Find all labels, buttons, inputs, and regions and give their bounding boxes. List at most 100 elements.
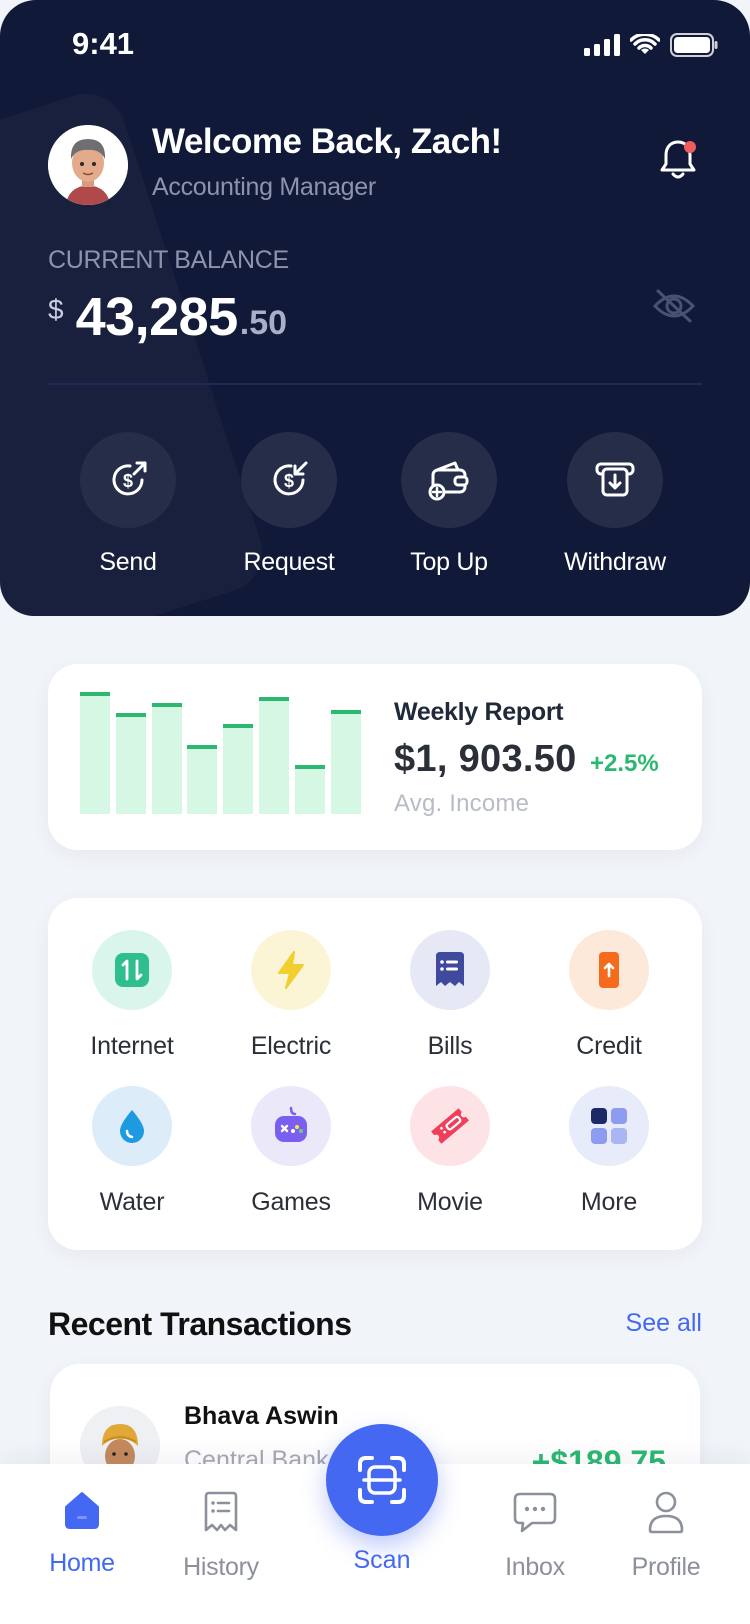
nav-inbox-label: Inbox bbox=[505, 1553, 565, 1581]
weekly-bar bbox=[294, 765, 325, 814]
header-panel: 9:41 Welcome Back, Zach! Accounting Mana… bbox=[0, 0, 750, 616]
weekly-bar-chart bbox=[80, 692, 365, 814]
nav-home-label: Home bbox=[49, 1549, 115, 1577]
ticket-icon bbox=[431, 1108, 469, 1144]
status-time: 9:41 bbox=[72, 26, 135, 61]
bills-icon-bg bbox=[410, 930, 490, 1010]
game-controller-icon bbox=[275, 1106, 307, 1142]
welcome-title: Welcome Back, Zach! bbox=[152, 122, 502, 161]
internet-label: Internet bbox=[90, 1032, 174, 1060]
withdraw-button[interactable]: Withdraw bbox=[540, 432, 690, 577]
weekly-bar bbox=[115, 713, 146, 814]
status-icons bbox=[584, 33, 718, 57]
receipt-icon bbox=[436, 952, 464, 986]
electric-label: Electric bbox=[250, 1032, 332, 1060]
request-icon-circle: $ bbox=[241, 432, 337, 528]
toggle-balance-visibility[interactable] bbox=[652, 288, 696, 329]
more-icon-bg bbox=[569, 1086, 649, 1166]
notification-button[interactable] bbox=[658, 138, 698, 187]
service-games[interactable]: Games bbox=[207, 1086, 375, 1217]
bills-label: Bills bbox=[427, 1032, 473, 1060]
weekly-bar bbox=[330, 710, 361, 814]
games-icon-bg bbox=[251, 1086, 331, 1166]
avatar-illustration bbox=[48, 125, 128, 205]
scan-button[interactable] bbox=[326, 1424, 438, 1536]
weekly-bar bbox=[223, 724, 254, 814]
request-label: Request bbox=[243, 548, 335, 576]
request-money-icon: $ bbox=[273, 461, 308, 496]
internet-icon-bg bbox=[92, 930, 172, 1010]
weekly-report-change: +2.5% bbox=[590, 750, 659, 777]
header-divider bbox=[48, 383, 702, 385]
history-receipt-icon bbox=[204, 1491, 238, 1532]
currency-symbol: $ bbox=[48, 294, 64, 325]
services-grid: Internet Electric Bills Credit Water Gam… bbox=[48, 898, 702, 1250]
nav-scan-label: Scan bbox=[353, 1546, 411, 1574]
recent-transactions-title: Recent Transactions bbox=[48, 1306, 352, 1342]
send-button[interactable]: $ Send bbox=[53, 432, 203, 577]
bell-icon bbox=[660, 140, 696, 179]
weekly-bar bbox=[151, 703, 182, 814]
send-label: Send bbox=[99, 548, 157, 576]
see-all-link[interactable]: See all bbox=[626, 1309, 702, 1338]
water-icon-bg bbox=[92, 1086, 172, 1166]
service-movie[interactable]: Movie bbox=[366, 1086, 534, 1217]
send-icon-circle: $ bbox=[80, 432, 176, 528]
service-bills[interactable]: Bills bbox=[366, 930, 534, 1061]
grid-more-icon bbox=[591, 1108, 627, 1144]
internet-icon bbox=[115, 953, 149, 987]
credit-label: Credit bbox=[576, 1032, 642, 1060]
top-up-button[interactable]: Top Up bbox=[374, 432, 524, 577]
chat-bubble-icon bbox=[513, 1492, 557, 1533]
service-electric[interactable]: Electric bbox=[207, 930, 375, 1061]
transaction-name: Bhava Aswin bbox=[184, 1402, 339, 1430]
withdraw-icon bbox=[595, 462, 635, 497]
nav-profile[interactable]: Profile bbox=[606, 1490, 726, 1582]
weekly-bar bbox=[80, 692, 110, 814]
weekly-report-subtitle: Avg. Income bbox=[394, 790, 530, 817]
weekly-report-amount: $1, 903.50 bbox=[394, 738, 577, 780]
water-label: Water bbox=[99, 1188, 165, 1216]
lightning-icon bbox=[278, 951, 304, 989]
home-icon bbox=[65, 1492, 99, 1529]
movie-label: Movie bbox=[417, 1188, 483, 1216]
user-role: Accounting Manager bbox=[152, 173, 376, 201]
credit-icon-bg bbox=[569, 930, 649, 1010]
nav-inbox[interactable]: Inbox bbox=[475, 1490, 595, 1582]
weekly-report-card[interactable]: Weekly Report $1, 903.50 +2.5% Avg. Inco… bbox=[48, 664, 702, 850]
service-more[interactable]: More bbox=[525, 1086, 693, 1217]
nav-home[interactable]: Home bbox=[22, 1490, 142, 1578]
electric-icon-bg bbox=[251, 930, 331, 1010]
wallet-add-icon bbox=[428, 461, 469, 501]
scan-icon bbox=[358, 1456, 406, 1504]
battery-icon bbox=[670, 33, 718, 57]
water-drop-icon bbox=[120, 1110, 144, 1143]
withdraw-label: Withdraw bbox=[564, 548, 666, 576]
send-money-icon: $ bbox=[112, 461, 147, 496]
service-credit[interactable]: Credit bbox=[525, 930, 693, 1061]
more-label: More bbox=[580, 1188, 638, 1216]
weekly-report-title: Weekly Report bbox=[394, 698, 564, 726]
balance-label: CURRENT BALANCE bbox=[48, 246, 289, 274]
service-internet[interactable]: Internet bbox=[48, 930, 216, 1061]
nav-history-label: History bbox=[183, 1553, 259, 1581]
top-up-label: Top Up bbox=[410, 548, 488, 576]
request-button[interactable]: $ Request bbox=[214, 432, 364, 577]
svg-text:$: $ bbox=[123, 471, 133, 491]
weekly-bar bbox=[187, 745, 218, 814]
movie-icon-bg bbox=[410, 1086, 490, 1166]
games-label: Games bbox=[251, 1188, 331, 1216]
nav-history[interactable]: History bbox=[161, 1490, 281, 1582]
user-avatar[interactable] bbox=[48, 125, 128, 205]
withdraw-icon-circle bbox=[567, 432, 663, 528]
service-water[interactable]: Water bbox=[48, 1086, 216, 1217]
top-up-icon-circle bbox=[401, 432, 497, 528]
wifi-icon bbox=[630, 34, 660, 54]
user-icon bbox=[648, 1491, 684, 1534]
credit-card-icon bbox=[599, 952, 619, 988]
svg-text:$: $ bbox=[284, 471, 294, 491]
signal-icon bbox=[584, 34, 620, 56]
balance-main: 43,285 bbox=[75, 287, 239, 347]
balance-amount: $ 43,285 .50 bbox=[48, 286, 287, 348]
balance-decimal: .50 bbox=[239, 304, 288, 342]
